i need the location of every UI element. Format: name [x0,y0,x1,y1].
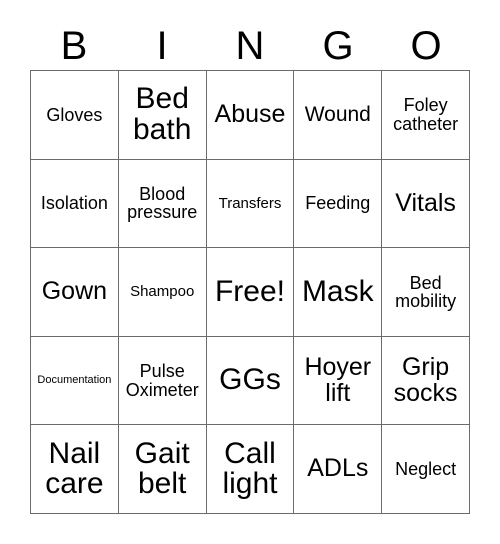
bingo-cell-label: Transfers [218,194,282,212]
bingo-cell-r4c3[interactable]: GGs [206,336,295,426]
bingo-header-letter-n: N [235,24,265,68]
bingo-cell-label: Grip socks [393,353,458,407]
bingo-cell-r1c4[interactable]: Wound [294,71,383,160]
bingo-cell-label: Abuse [214,100,286,129]
bingo-cell-r5c4[interactable]: ADLs [294,425,383,514]
bingo-cell-r3c5[interactable]: Bed mobility [382,248,470,337]
bingo-cell-label: Mask [301,274,374,308]
bingo-cell-r4c1[interactable]: Documentation [31,336,119,426]
bingo-cell-r5c3[interactable]: Call light [206,425,295,514]
bingo-free-space-cell[interactable]: Free! [206,248,295,337]
bingo-cell-r4c4[interactable]: Hoyer lift [294,336,383,426]
bingo-cell-r4c2[interactable]: Pulse Oximeter [118,336,207,426]
bingo-cell-label: Neglect [395,459,457,479]
bingo-cell-r5c5[interactable]: Neglect [382,425,470,514]
bingo-cell-label: Isolation [40,193,108,214]
bingo-cell-label: Hoyer lift [304,353,372,407]
bingo-cell-label: Shampoo [130,283,195,301]
bingo-cell-label: Gait belt [134,436,190,501]
bingo-cell-label: ADLs [307,454,369,483]
bingo-cell-r3c1[interactable]: Gown [31,248,119,337]
bingo-cell-label: Gloves [46,104,103,125]
bingo-cell-r1c3[interactable]: Abuse [206,71,295,160]
bingo-header-letter-i: I [156,24,168,68]
bingo-header-letter-o: O [410,24,442,68]
bingo-cell-label: Gown [41,277,108,306]
bingo-cell-label: Feeding [305,193,371,214]
bingo-cell-r2c2[interactable]: Blood pressure [118,159,207,249]
bingo-header-letter-b: B [60,24,88,68]
bingo-cell-label: GGs [219,363,281,397]
bingo-header-row: B I N G O [30,22,470,70]
bingo-cell-r3c4[interactable]: Mask [294,248,383,337]
bingo-cell-r5c2[interactable]: Gait belt [118,425,207,514]
bingo-cell-r2c4[interactable]: Feeding [294,159,383,249]
bingo-cell-label: Bed bath [133,82,192,146]
bingo-cell-r2c5[interactable]: Vitals [382,159,470,249]
bingo-card: B I N G O Gloves Bed bath Abuse Wound Foley ca… [0,0,500,544]
bingo-cell-label: Free! [214,274,285,308]
bingo-header-letter-g: G [322,24,354,68]
bingo-cell-r5c1[interactable]: Nail care [31,425,119,514]
bingo-cell-r1c1[interactable]: Gloves [31,71,119,160]
bingo-cell-label: Blood pressure [127,184,198,223]
bingo-cell-label: Nail care [45,436,104,501]
bingo-cell-r4c5[interactable]: Grip socks [382,336,470,426]
bingo-cell-r1c5[interactable]: Foley catheter [382,71,470,160]
bingo-cell-label: Bed mobility [395,272,457,311]
bingo-cell-r2c1[interactable]: Isolation [31,159,119,249]
bingo-cell-label: Call light [222,436,278,501]
bingo-cell-label: Foley catheter [393,95,459,134]
bingo-cell-label: Documentation [37,373,112,386]
bingo-cell-r1c2[interactable]: Bed bath [118,71,207,160]
bingo-cell-label: Vitals [395,188,456,217]
bingo-grid: Gloves Bed bath Abuse Wound Foley catheter Isol… [30,70,470,514]
bingo-cell-label: Pulse Oximeter [125,361,199,400]
bingo-cell-r2c3[interactable]: Transfers [206,159,295,249]
bingo-cell-r3c2[interactable]: Shampoo [118,248,207,337]
bingo-cell-label: Wound [304,103,371,127]
